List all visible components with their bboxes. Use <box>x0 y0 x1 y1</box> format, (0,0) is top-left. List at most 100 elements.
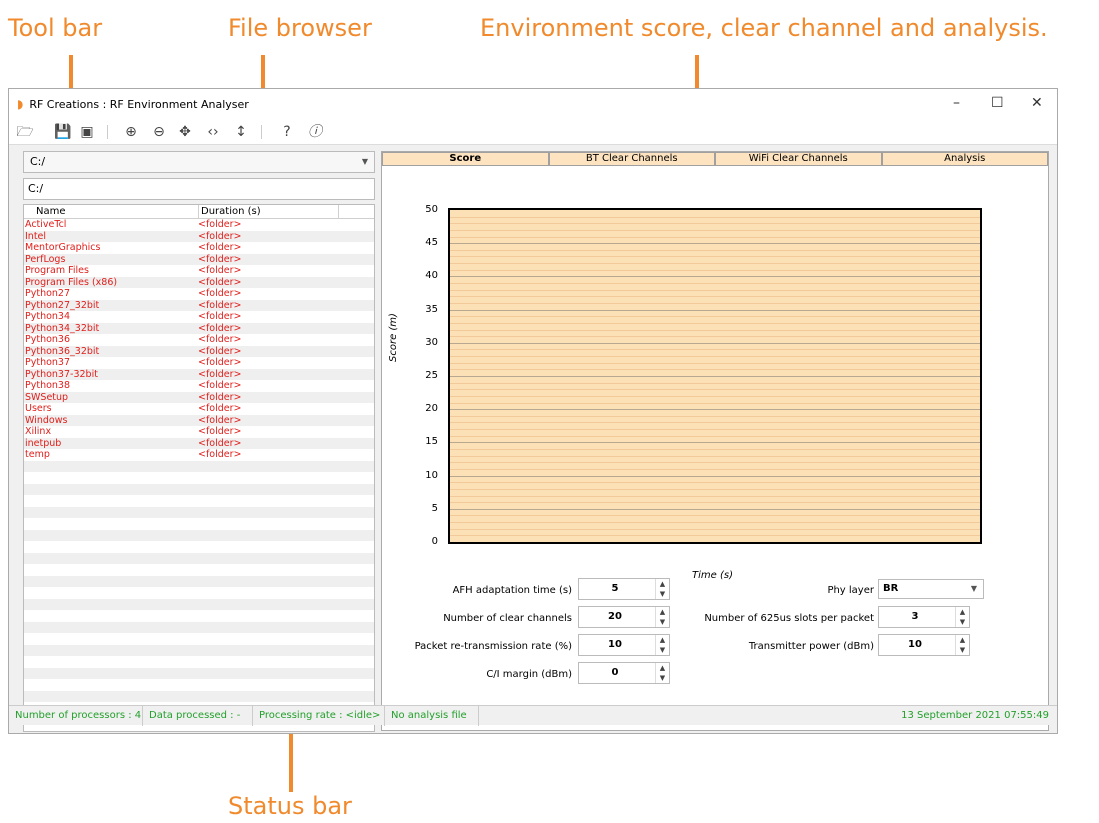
clear-channels-value: 20 <box>608 611 622 622</box>
file-row[interactable]: Python34 <folder> <box>24 311 374 323</box>
minor-gridline <box>450 422 980 424</box>
file-row[interactable]: Python27 <folder> <box>24 288 374 300</box>
file-row[interactable]: Python27_32bit <folder> <box>24 299 374 311</box>
file-row[interactable]: inetpub <folder> <box>24 437 374 449</box>
pan-icon[interactable]: ✥ <box>175 122 195 142</box>
minor-gridline <box>450 402 980 404</box>
ci-margin-spinbox[interactable]: 0 ▲ ▼ <box>578 662 670 684</box>
info-icon[interactable]: ⓘ <box>305 122 325 142</box>
vertical-arrows-icon[interactable]: ↕ <box>231 122 251 142</box>
retx-spinbox[interactable]: 10 ▲ ▼ <box>578 634 670 656</box>
file-row[interactable]: Windows <folder> <box>24 414 374 426</box>
minor-gridline <box>450 395 980 397</box>
afh-label: AFH adaptation time (s) <box>452 585 572 596</box>
spin-arrows-icon[interactable]: ▲ ▼ <box>655 663 669 683</box>
tab-bt-clear-channels[interactable]: BT Clear Channels <box>548 152 715 166</box>
ci-margin-value: 0 <box>611 667 619 678</box>
zoom-in-icon[interactable]: ⊕ <box>121 122 141 142</box>
file-row[interactable]: PerfLogs <folder> <box>24 253 374 265</box>
chevron-down-icon: ▼ <box>970 584 977 593</box>
camera-icon[interactable]: ▣ <box>77 122 97 142</box>
empty-row <box>24 483 374 495</box>
open-folder-icon[interactable]: 🗁 <box>15 122 35 142</box>
afh-spinbox[interactable]: 5 ▲ ▼ <box>578 578 670 600</box>
file-name: Program Files <box>25 265 89 276</box>
slots-spinbox[interactable]: 3 ▲ ▼ <box>878 606 970 628</box>
minor-gridline <box>450 468 980 470</box>
spin-arrows-icon[interactable]: ▲ ▼ <box>655 579 669 599</box>
score-plot[interactable] <box>448 208 982 544</box>
minor-gridline <box>450 528 980 530</box>
zoom-out-icon[interactable]: ⊖ <box>149 122 169 142</box>
spin-arrows-icon[interactable]: ▲ ▼ <box>655 635 669 655</box>
slots-value: 3 <box>911 611 919 622</box>
close-button[interactable]: ✕ <box>1031 95 1043 111</box>
spin-arrows-icon[interactable]: ▲ ▼ <box>655 607 669 627</box>
tab-analysis[interactable]: Analysis <box>881 152 1048 166</box>
spin-arrows-icon[interactable]: ▲ ▼ <box>955 607 969 627</box>
y-tick-label: 35 <box>425 303 438 315</box>
file-row[interactable]: SWSetup <folder> <box>24 391 374 403</box>
y-axis-label: Score (m) <box>388 313 399 362</box>
minor-gridline <box>450 522 980 524</box>
empty-row <box>24 633 374 645</box>
column-header-name[interactable]: Name <box>36 206 66 217</box>
minor-gridline <box>450 449 980 451</box>
header-divider <box>198 205 199 219</box>
minor-gridline <box>450 302 980 304</box>
major-gridline <box>450 409 980 411</box>
file-list[interactable]: Name Duration (s) ActiveTcl <folder> Intel… <box>23 204 375 732</box>
file-row[interactable]: Python38 <folder> <box>24 380 374 392</box>
spin-arrows-icon[interactable]: ▲ ▼ <box>955 635 969 655</box>
file-row[interactable]: Program Files <folder> <box>24 265 374 277</box>
file-row[interactable]: Intel <folder> <box>24 230 374 242</box>
tx-power-spinbox[interactable]: 10 ▲ ▼ <box>878 634 970 656</box>
tab-bar: Score BT Clear Channels WiFi Clear Chann… <box>382 152 1048 166</box>
minor-gridline <box>450 349 980 351</box>
tab-score[interactable]: Score <box>382 152 549 166</box>
file-row[interactable]: MentorGraphics <folder> <box>24 242 374 254</box>
clear-channels-spinbox[interactable]: 20 ▲ ▼ <box>578 606 670 628</box>
horizontal-arrows-icon[interactable]: ‹› <box>203 122 223 142</box>
file-row[interactable]: Python36 <folder> <box>24 334 374 346</box>
file-row[interactable]: Users <folder> <box>24 403 374 415</box>
phy-layer-select[interactable]: BR ▼ <box>878 579 984 599</box>
file-name: ActiveTcl <box>25 219 67 230</box>
file-duration: <folder> <box>198 345 242 357</box>
tab-wifi-clear-channels[interactable]: WiFi Clear Channels <box>715 152 882 166</box>
file-row[interactable]: Python37-32bit <folder> <box>24 368 374 380</box>
file-row[interactable]: Xilinx <folder> <box>24 426 374 438</box>
drive-select[interactable]: C:/ ▼ <box>23 151 375 173</box>
file-name: Python34 <box>25 311 71 322</box>
file-name: Python27 <box>25 288 71 299</box>
annotation-toolbar: Tool bar <box>8 14 103 42</box>
empty-row <box>24 610 374 622</box>
major-gridline <box>450 243 980 245</box>
wifi-logo-icon: ◗ <box>17 97 24 111</box>
file-name: Python37-32bit <box>25 368 98 380</box>
major-gridline <box>450 508 980 510</box>
toolbar-separator <box>261 125 262 139</box>
file-row[interactable]: Python34_32bit <folder> <box>24 322 374 334</box>
path-input[interactable]: C:/ <box>23 178 375 200</box>
file-duration: <folder> <box>198 391 242 403</box>
file-row[interactable]: ActiveTcl <folder> <box>24 219 374 231</box>
file-row[interactable]: Python37 <folder> <box>24 357 374 369</box>
major-gridline <box>450 309 980 311</box>
toolbar: 🗁 💾 ▣ ⊕ ⊖ ✥ ‹› ↕ ? ⓘ <box>9 119 1057 145</box>
help-icon[interactable]: ? <box>277 122 297 142</box>
tx-power-value: 10 <box>908 639 922 650</box>
file-row[interactable]: temp <folder> <box>24 449 374 461</box>
file-row[interactable]: Program Files (x86) <folder> <box>24 276 374 288</box>
save-icon[interactable]: 💾 <box>53 122 73 142</box>
file-duration: <folder> <box>198 299 242 311</box>
maximize-button[interactable]: ☐ <box>991 95 1004 111</box>
phy-layer-value: BR <box>883 583 899 594</box>
empty-row <box>24 575 374 587</box>
minor-gridline <box>450 322 980 324</box>
status-analysis-file: No analysis file <box>385 706 479 726</box>
file-name: SWSetup <box>25 391 69 403</box>
column-header-duration[interactable]: Duration (s) <box>201 206 261 217</box>
file-row[interactable]: Python36_32bit <folder> <box>24 345 374 357</box>
minimize-button[interactable]: – <box>953 95 960 111</box>
